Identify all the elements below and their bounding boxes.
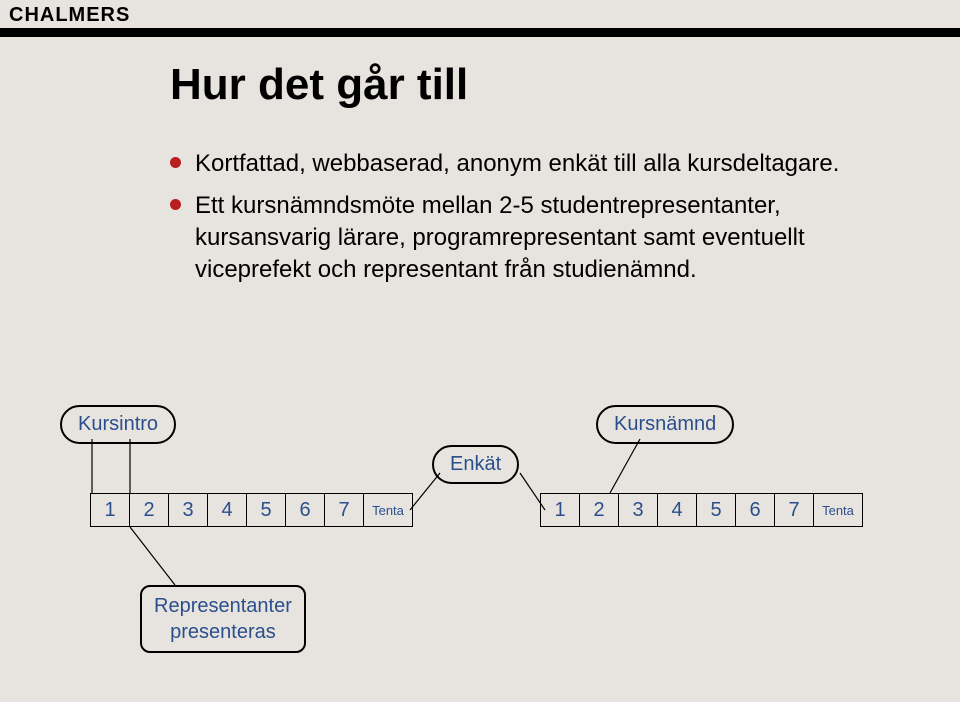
bullet-text: Kortfattad, webbaserad, anonym enkät til… xyxy=(195,148,839,180)
bubble-kursnamnd: Kursnämnd xyxy=(596,405,734,444)
bubble-representanter: Representanter presenteras xyxy=(140,585,306,653)
bullet-item: Ett kursnämndsmöte mellan 2-5 studentrep… xyxy=(170,190,870,286)
tenta-box: Tenta xyxy=(813,493,863,527)
week-box: 5 xyxy=(696,493,736,527)
weeks-row-1: 1 2 3 4 5 6 7 Tenta xyxy=(90,493,413,527)
week-box: 5 xyxy=(246,493,286,527)
timeline-diagram: Kursintro Enkät Kursnämnd 1 2 3 4 5 6 7 … xyxy=(0,405,960,665)
week-box: 2 xyxy=(129,493,169,527)
representanter-line1: Representanter xyxy=(154,595,292,617)
bullet-item: Kortfattad, webbaserad, anonym enkät til… xyxy=(170,148,870,180)
week-box: 6 xyxy=(735,493,775,527)
bubble-kursintro: Kursintro xyxy=(60,405,176,444)
week-box: 1 xyxy=(540,493,580,527)
weeks-row-2: 1 2 3 4 5 6 7 Tenta xyxy=(540,493,863,527)
bullet-dot-icon xyxy=(170,199,181,210)
week-box: 3 xyxy=(618,493,658,527)
representanter-line2: presenteras xyxy=(170,621,276,643)
header-bar xyxy=(0,28,960,37)
logo: CHALMERS xyxy=(9,4,130,27)
bullet-list: Kortfattad, webbaserad, anonym enkät til… xyxy=(170,148,870,296)
week-box: 7 xyxy=(324,493,364,527)
week-box: 2 xyxy=(579,493,619,527)
week-box: 1 xyxy=(90,493,130,527)
bubble-enkat: Enkät xyxy=(432,445,519,484)
week-box: 7 xyxy=(774,493,814,527)
tenta-box: Tenta xyxy=(363,493,413,527)
bullet-text: Ett kursnämndsmöte mellan 2-5 studentrep… xyxy=(195,190,870,286)
bullet-dot-icon xyxy=(170,157,181,168)
page-title: Hur det går till xyxy=(170,60,468,110)
week-box: 6 xyxy=(285,493,325,527)
week-box: 4 xyxy=(657,493,697,527)
week-box: 4 xyxy=(207,493,247,527)
week-box: 3 xyxy=(168,493,208,527)
